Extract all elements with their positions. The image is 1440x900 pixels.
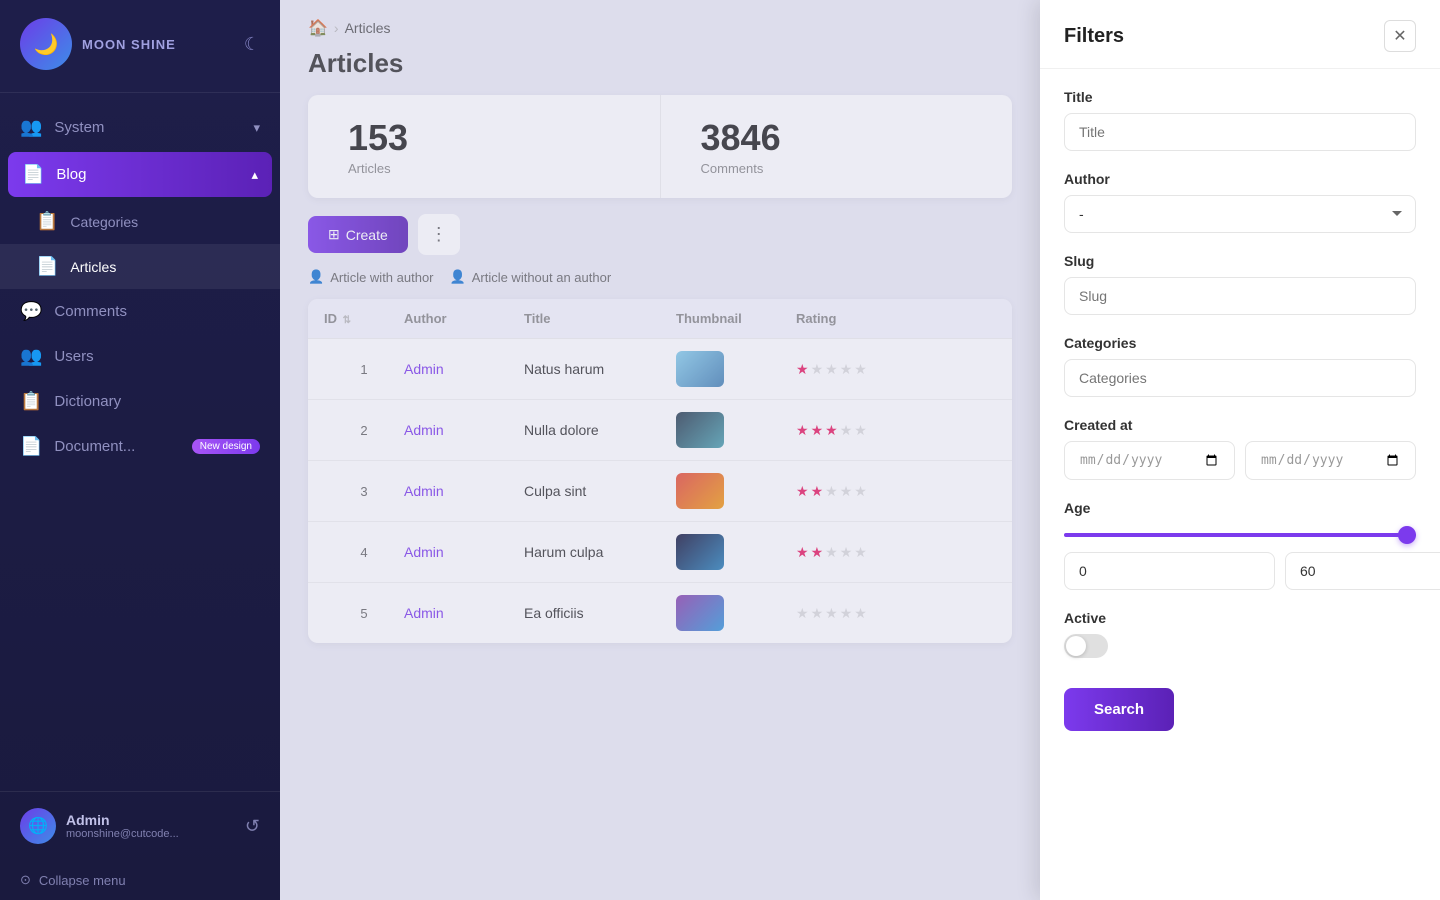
date-range	[1064, 441, 1416, 480]
users-icon: 👥	[20, 346, 42, 367]
slug-input[interactable]	[1064, 277, 1416, 315]
system-icon: 👥	[20, 117, 42, 138]
filter-group-created-at: Created at	[1064, 417, 1416, 480]
sidebar-item-label: System	[54, 119, 104, 136]
slug-field-label: Slug	[1064, 253, 1416, 269]
logo-icon: 🌙	[20, 18, 72, 70]
chevron-up-icon: ▴	[251, 167, 258, 183]
age-label: Age	[1064, 500, 1416, 516]
categories-field-label: Categories	[1064, 335, 1416, 351]
new-design-badge: New design	[192, 439, 260, 454]
filter-group-age: Age	[1064, 500, 1416, 590]
user-email: moonshine@cutcode...	[66, 828, 179, 840]
main-content: 🏠 › Articles Articles 153 Articles 3846 …	[280, 0, 1040, 900]
filter-group-author: Author -	[1064, 171, 1416, 233]
filter-group-categories: Categories	[1064, 335, 1416, 397]
sidebar-item-dictionary[interactable]: 📋 Dictionary	[0, 379, 280, 424]
comments-icon: 💬	[20, 301, 42, 322]
active-toggle[interactable]	[1064, 634, 1108, 658]
filter-group-active: Active	[1064, 610, 1416, 658]
created-at-label: Created at	[1064, 417, 1416, 433]
user-profile: 🌐 Admin moonshine@cutcode... ↺	[20, 808, 260, 844]
sidebar-item-users[interactable]: 👥 Users	[0, 334, 280, 379]
collapse-icon: ⊙	[20, 872, 31, 888]
age-inputs-row	[1064, 552, 1416, 590]
sidebar-divider	[0, 92, 280, 93]
overlay	[280, 0, 1040, 900]
sidebar-item-blog[interactable]: 📄 Blog ▴	[8, 152, 272, 197]
author-select[interactable]: -	[1064, 195, 1416, 233]
sidebar-logo: 🌙 MOON SHINE ☾	[0, 0, 280, 88]
sidebar-item-label: Categories	[70, 214, 138, 230]
sidebar-item-label: Articles	[70, 259, 116, 275]
filter-close-button[interactable]: ✕	[1384, 20, 1416, 52]
categories-icon: 📋	[36, 211, 58, 232]
user-name: Admin	[66, 812, 179, 828]
filter-body: Title Author - Slug Categories Created a…	[1040, 69, 1440, 900]
author-field-label: Author	[1064, 171, 1416, 187]
sidebar-item-documents[interactable]: 📄 Document... New design	[0, 424, 280, 469]
avatar: 🌐	[20, 808, 56, 844]
title-input[interactable]	[1064, 113, 1416, 151]
active-label: Active	[1064, 610, 1416, 626]
filter-group-slug: Slug	[1064, 253, 1416, 315]
sidebar-item-label: Document...	[54, 438, 135, 455]
age-slider[interactable]	[1064, 533, 1416, 537]
categories-input[interactable]	[1064, 359, 1416, 397]
filter-group-title: Title	[1064, 89, 1416, 151]
sidebar-navigation: 👥 System ▾ 📄 Blog ▴ 📋 Categories 📄 Artic…	[0, 97, 280, 791]
dictionary-icon: 📋	[20, 391, 42, 412]
sidebar-item-label: Dictionary	[54, 393, 121, 410]
user-actions-button[interactable]: ↺	[245, 816, 260, 837]
sidebar-footer: 🌐 Admin moonshine@cutcode... ↺	[0, 791, 280, 860]
age-min-input[interactable]	[1064, 552, 1275, 590]
title-field-label: Title	[1064, 89, 1416, 105]
toggle-row	[1064, 634, 1416, 658]
collapse-label: Collapse menu	[39, 873, 126, 888]
documents-icon: 📄	[20, 436, 42, 457]
filter-header: Filters ✕	[1040, 0, 1440, 69]
sidebar-item-label: Users	[54, 348, 93, 365]
logo-text: MOON SHINE	[82, 37, 176, 52]
chevron-down-icon: ▾	[253, 120, 260, 136]
age-max-input[interactable]	[1285, 552, 1440, 590]
blog-icon: 📄	[22, 164, 44, 185]
date-from-input[interactable]	[1064, 441, 1235, 480]
sidebar-item-label: Comments	[54, 303, 127, 320]
sidebar-item-label: Blog	[56, 166, 86, 183]
search-button[interactable]: Search	[1064, 688, 1174, 731]
sidebar: 🌙 MOON SHINE ☾ 👥 System ▾ 📄 Blog ▴ 📋 Cat…	[0, 0, 280, 900]
age-slider-container	[1064, 524, 1416, 542]
sidebar-item-articles[interactable]: 📄 Articles	[0, 244, 280, 289]
close-icon: ✕	[1393, 26, 1406, 46]
theme-toggle-button[interactable]: ☾	[244, 34, 260, 55]
articles-icon: 📄	[36, 256, 58, 277]
sidebar-item-categories[interactable]: 📋 Categories	[0, 199, 280, 244]
filter-title: Filters	[1064, 25, 1124, 48]
sidebar-item-comments[interactable]: 💬 Comments	[0, 289, 280, 334]
sidebar-item-system[interactable]: 👥 System ▾	[0, 105, 280, 150]
user-info: Admin moonshine@cutcode...	[66, 812, 179, 840]
date-to-input[interactable]	[1245, 441, 1416, 480]
collapse-menu-button[interactable]: ⊙ Collapse menu	[0, 860, 280, 900]
filter-panel: Filters ✕ Title Author - Slug Categories…	[1040, 0, 1440, 900]
